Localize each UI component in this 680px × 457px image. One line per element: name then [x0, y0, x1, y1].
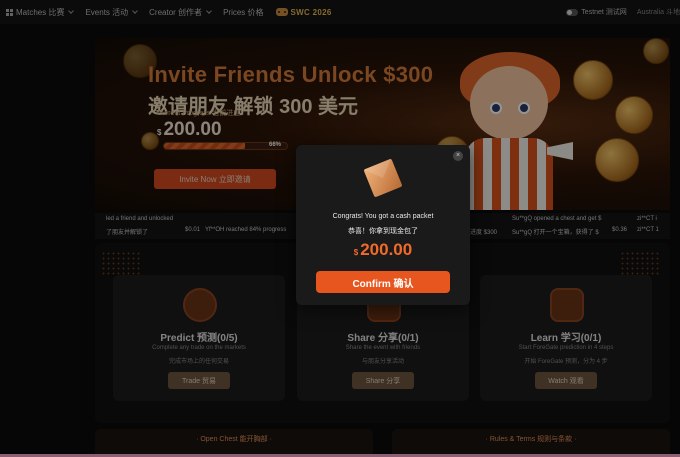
modal-message: Congrats! You got a cash packet: [332, 213, 434, 220]
cash-packet-icon: [363, 158, 403, 198]
modal-message-cn: 恭喜！你拿到现金包了: [348, 228, 418, 235]
modal-currency: $: [353, 248, 359, 257]
modal-amount-value: 200.00: [360, 240, 413, 259]
confirm-button[interactable]: Confirm 确认: [316, 271, 450, 293]
modal-amount: $200.00: [296, 240, 470, 260]
cash-packet-modal: × Congrats! You got a cash packet 恭喜！你拿到…: [296, 145, 470, 305]
close-icon[interactable]: ×: [453, 151, 463, 161]
